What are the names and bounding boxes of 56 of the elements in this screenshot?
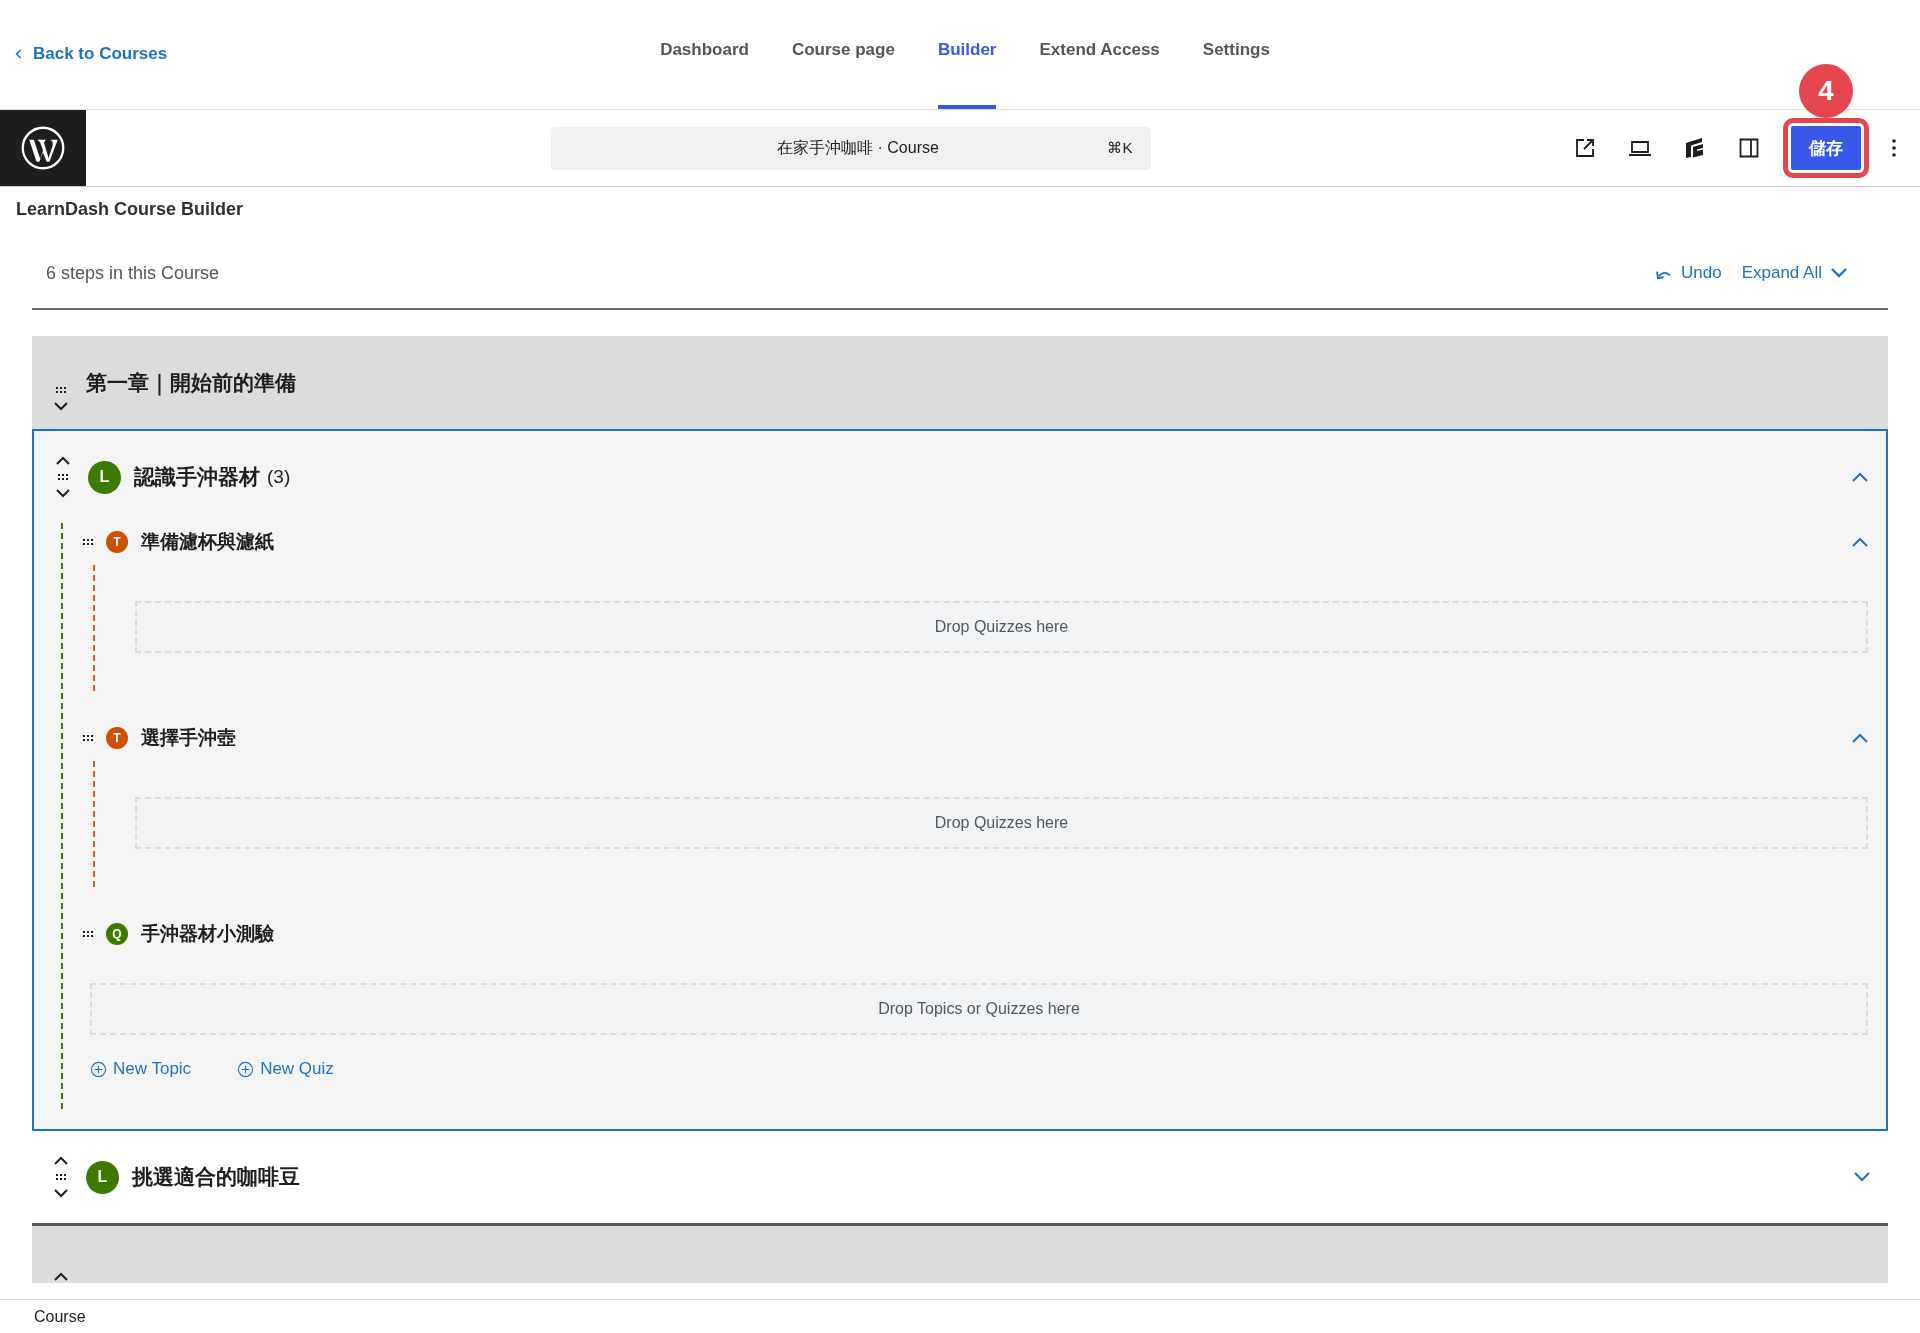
quiz-drop-zone: Drop Quizzes here xyxy=(135,797,1868,849)
annotation-badge: 4 xyxy=(1799,64,1853,118)
move-down-icon[interactable] xyxy=(54,401,68,411)
wordpress-logo-icon xyxy=(20,125,66,171)
nav-tab[interactable]: Settings xyxy=(1202,0,1270,109)
nav-tab[interactable]: Extend Access xyxy=(1039,0,1160,109)
external-link-icon[interactable] xyxy=(1573,136,1597,160)
collapse-icon[interactable] xyxy=(1852,537,1868,547)
expand-all-link[interactable]: Expand All xyxy=(1741,263,1848,283)
more-options-icon[interactable] xyxy=(1891,136,1897,160)
topic-title[interactable]: 選擇手沖壺 xyxy=(141,725,236,751)
topic-badge: T xyxy=(106,727,128,749)
add-item-link[interactable]: New Quiz xyxy=(237,1059,334,1079)
drag-handle-icon[interactable] xyxy=(83,539,93,545)
chevron-down-icon xyxy=(1830,267,1848,279)
undo-link[interactable]: Undo xyxy=(1656,263,1722,283)
quiz-badge: Q xyxy=(106,923,128,945)
topic-count: (3) xyxy=(267,466,291,488)
drag-handle-icon[interactable] xyxy=(83,735,93,741)
back-to-courses-link[interactable]: Back to Courses xyxy=(15,44,168,64)
drag-handle-icon[interactable] xyxy=(83,931,93,937)
lesson-title[interactable]: 挑選適合的咖啡豆 xyxy=(132,1163,300,1191)
move-up-icon[interactable] xyxy=(56,456,70,465)
move-down-icon[interactable] xyxy=(56,489,70,498)
drag-handle-icon[interactable] xyxy=(56,386,66,393)
command-bar[interactable]: 在家手沖咖啡 · Course ⌘K xyxy=(550,126,1151,170)
plus-circle-icon xyxy=(237,1060,255,1078)
lesson-badge: L xyxy=(86,1160,119,1194)
topic-badge: T xyxy=(106,531,128,553)
lesson-badge: L xyxy=(88,460,121,494)
move-down-icon[interactable] xyxy=(54,1189,68,1198)
command-bar-title: 在家手沖咖啡 · Course xyxy=(776,137,940,158)
chevron-left-icon xyxy=(15,48,23,60)
drag-handle-icon[interactable] xyxy=(56,1174,66,1180)
move-up-icon[interactable] xyxy=(54,1156,68,1165)
lesson-title[interactable]: 認識手沖器材 xyxy=(134,463,260,491)
quiz-title[interactable]: 手沖器材小測驗 xyxy=(141,921,274,947)
plus-circle-icon xyxy=(90,1060,107,1078)
nav-tab[interactable]: Builder xyxy=(937,0,997,109)
move-up-icon[interactable] xyxy=(54,1272,68,1281)
collapse-icon[interactable] xyxy=(1852,472,1868,482)
topic-title[interactable]: 準備濾杯與濾紙 xyxy=(141,529,274,555)
drop-zone: Drop Topics or Quizzes here xyxy=(90,983,1868,1035)
sidebar-toggle-icon[interactable] xyxy=(1737,136,1761,160)
nav-tab[interactable]: Dashboard xyxy=(660,0,749,109)
quiz-drop-zone: Drop Quizzes here xyxy=(135,601,1868,653)
wordpress-logo-button[interactable] xyxy=(0,110,86,186)
nav-tab[interactable]: Course page xyxy=(791,0,895,109)
keyboard-shortcut: ⌘K xyxy=(1107,139,1133,157)
steps-count: 6 steps in this Course xyxy=(46,262,220,284)
page-title: LearnDash Course Builder xyxy=(15,198,245,220)
section-title: 第一章｜開始前的準備 xyxy=(86,369,296,397)
drag-handle-icon[interactable] xyxy=(58,474,68,480)
add-item-link[interactable]: New Topic xyxy=(90,1059,192,1079)
expand-icon[interactable] xyxy=(1854,1172,1870,1182)
collapse-icon[interactable] xyxy=(1852,733,1868,743)
